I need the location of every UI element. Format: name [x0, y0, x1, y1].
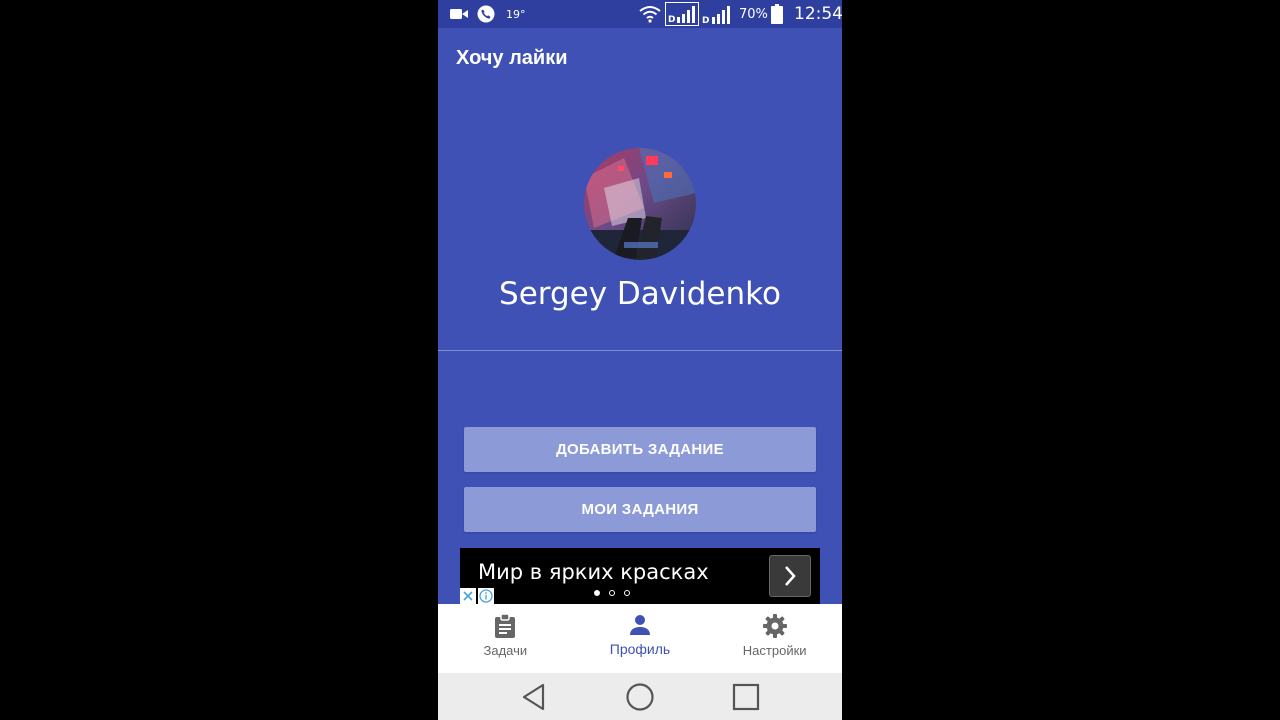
- ad-dot: [609, 590, 615, 596]
- gear-icon: [762, 614, 787, 638]
- nav-label-settings: Настройки: [742, 643, 807, 658]
- clock: 12:54: [794, 4, 842, 24]
- ad-text: Мир в ярких красках: [478, 560, 709, 584]
- avatar-photo: [584, 148, 696, 260]
- ad-banner[interactable]: Мир в ярких красках: [460, 548, 820, 604]
- chevron-right-icon: [785, 566, 796, 586]
- recents-icon: [732, 683, 760, 711]
- ad-next-button[interactable]: [769, 555, 811, 597]
- nav-item-tasks[interactable]: Задачи: [438, 604, 573, 673]
- phone-screen: 19° D D 70% 12:54 Хочу лайки Sergey Davi…: [438, 0, 842, 720]
- battery-percent: 70%: [739, 6, 768, 22]
- status-bar: 19° D D 70% 12:54: [438, 0, 842, 28]
- wifi-icon: [639, 0, 661, 28]
- recents-button[interactable]: [730, 682, 762, 712]
- home-button[interactable]: [624, 682, 656, 712]
- ad-info-icon[interactable]: [478, 588, 494, 604]
- video-camera-icon: [450, 0, 468, 28]
- nav-label-profile: Профиль: [609, 641, 671, 657]
- add-task-button[interactable]: ДОБАВИТЬ ЗАДАНИЕ: [464, 427, 816, 472]
- ad-pager-dots: [594, 590, 630, 596]
- nav-label-tasks: Задачи: [483, 643, 528, 658]
- ad-dot: [594, 590, 600, 596]
- app-title: Хочу лайки: [456, 47, 568, 69]
- signal-sim1-icon: D: [665, 0, 699, 28]
- back-button[interactable]: [518, 682, 550, 712]
- signal-sim2-icon: D: [702, 0, 734, 28]
- home-icon: [626, 683, 654, 711]
- person-icon: [630, 615, 650, 635]
- battery-icon: [771, 0, 783, 28]
- profile-name: Sergey Davidenko: [499, 276, 781, 312]
- temperature: 19°: [506, 7, 526, 21]
- divider: [438, 350, 842, 351]
- my-tasks-button[interactable]: МОИ ЗАДАНИЯ: [464, 487, 816, 532]
- system-navigation-bar: [438, 673, 842, 720]
- clipboard-icon: [495, 614, 516, 638]
- ad-dot: [624, 590, 630, 596]
- svg-text:D: D: [668, 15, 675, 25]
- ad-close-icon[interactable]: [460, 588, 476, 604]
- avatar[interactable]: [584, 148, 696, 260]
- bottom-navigation: Задачи Профиль Настройки: [438, 604, 842, 673]
- phone-call-icon: [477, 0, 495, 28]
- nav-item-profile[interactable]: Профиль: [573, 604, 708, 673]
- svg-text:D: D: [702, 16, 709, 25]
- back-icon: [522, 683, 545, 711]
- nav-item-settings[interactable]: Настройки: [707, 604, 842, 673]
